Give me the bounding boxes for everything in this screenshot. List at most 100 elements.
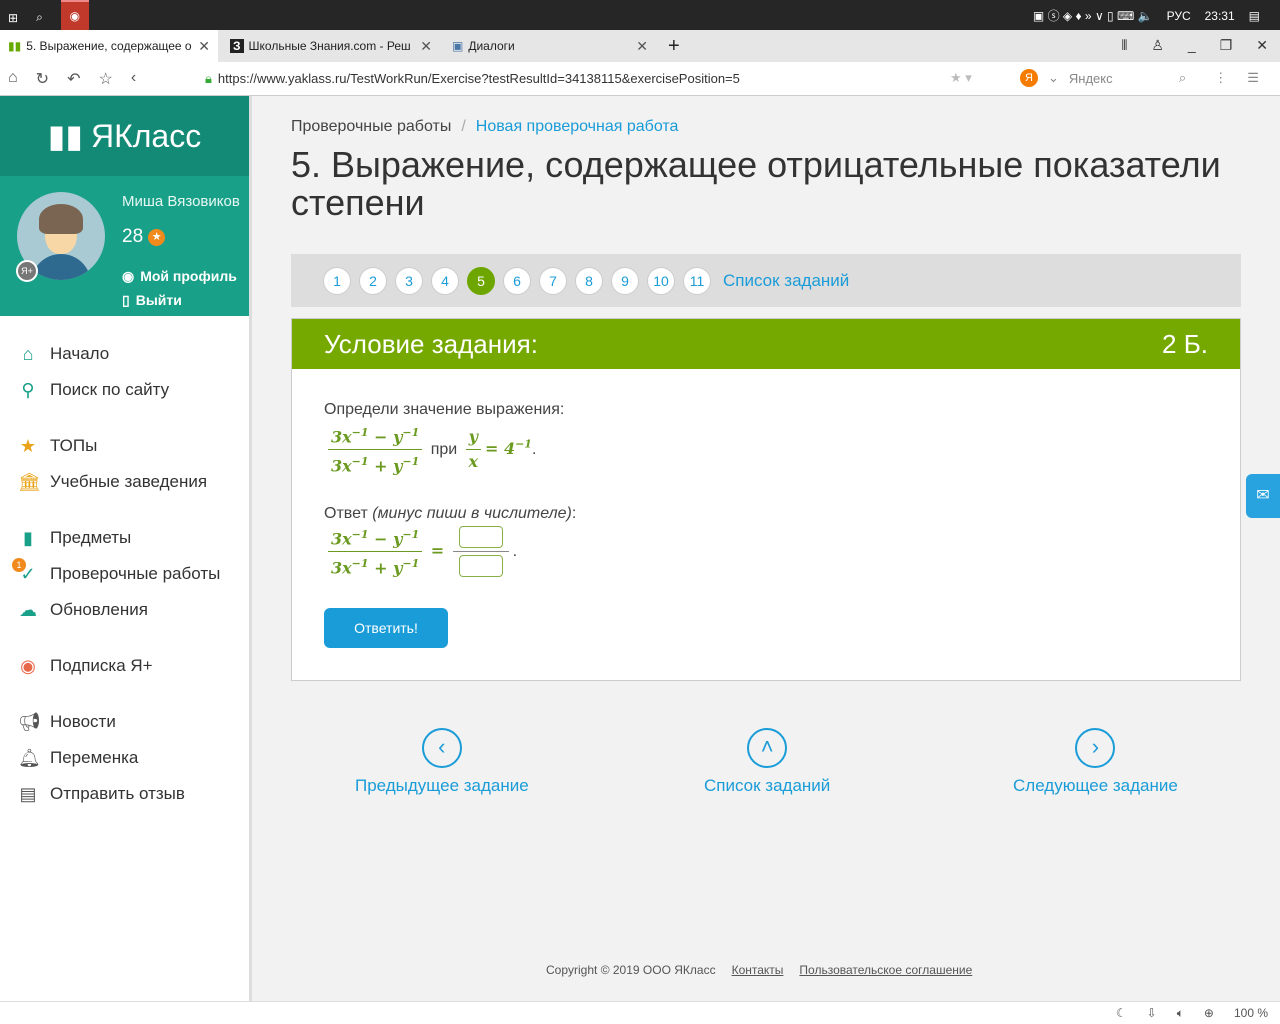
page-8-button[interactable]: 8 <box>575 266 603 295</box>
page-9-button[interactable]: 9 <box>611 266 639 295</box>
page-4-button[interactable]: 4 <box>431 266 459 295</box>
zoom-level[interactable]: 100 % <box>1234 1006 1268 1021</box>
star-icon: ★ <box>148 228 166 246</box>
page-3-button[interactable]: 3 <box>395 266 423 295</box>
sidebar-item-updates[interactable]: ☁ Обновления <box>0 592 249 628</box>
close-window-button[interactable]: ✕ <box>1256 37 1268 54</box>
download-icon[interactable]: ⇩ <box>1147 1006 1157 1021</box>
sidebar-item-tops[interactable]: ★ ТОПы <box>0 428 249 464</box>
page-1-button[interactable]: 1 <box>323 266 351 295</box>
page-11-button[interactable]: 11 <box>683 266 711 295</box>
answer-fraction <box>452 523 509 580</box>
volume-icon[interactable]: 🔈︎ <box>1177 1006 1184 1021</box>
chevron-up-icon: ˄ <box>747 728 788 768</box>
shirt-icon[interactable]: ♙ <box>1151 37 1164 54</box>
more-icon[interactable]: ⋮ <box>1214 70 1227 86</box>
bookmark-icon[interactable]: ☆ <box>98 69 112 89</box>
task-header: Условие задания: <box>324 328 538 359</box>
back-icon[interactable]: ‹ <box>131 69 136 89</box>
notifications-icon[interactable]: ▤ <box>1249 9 1260 23</box>
denominator-input[interactable] <box>458 554 503 577</box>
door-icon: ▯ <box>122 292 130 308</box>
my-profile-link[interactable]: ◉ Мой профиль <box>122 268 237 285</box>
sidebar-item-feedback[interactable]: ▤ Отправить отзыв <box>0 776 249 812</box>
tab-dialogs[interactable]: ▣ Диалоги ✕ <box>444 30 656 62</box>
sidebar-item-break[interactable]: 🔔︎ Переменка <box>0 740 249 776</box>
breadcrumb: Проверочные работы / Новая проверочная раб… <box>291 118 679 135</box>
page-title: 5. Выражение, содержащее отрицательные п… <box>291 144 1221 223</box>
tray-icons[interactable]: ▣ ⓢ ◈ ♦ » ∨ ▯ ⌨ 🔈 <box>1033 7 1153 24</box>
breadcrumb-current[interactable]: Новая проверочная работа <box>476 118 679 135</box>
sidebar-item-home[interactable]: ⌂ Начало <box>0 336 249 372</box>
next-task-link[interactable]: › Следующее задание <box>1013 728 1178 796</box>
browser-app-icon[interactable]: ◉ <box>60 0 89 30</box>
answer-expression: 3x−1 − y−1 3x−1 + y−1 <box>328 523 423 581</box>
tab-bar: ▮▮ 5. Выражение, содержащее о ✕ З Школьные … <box>0 30 1280 62</box>
page-2-button[interactable]: 2 <box>359 266 387 295</box>
search-icon[interactable]: ⌕ <box>1179 70 1186 86</box>
chevron-left-icon: ‹ <box>421 728 462 768</box>
search-engine-input[interactable]: Яндекс <box>1069 71 1169 86</box>
feedback-mail-button[interactable]: ✉ <box>1246 474 1280 518</box>
prev-task-link[interactable]: ‹ Предыдущее задание <box>355 728 529 796</box>
page-10-button[interactable]: 10 <box>647 266 675 295</box>
logo[interactable]: ▮▮ ЯКласс <box>0 96 249 176</box>
zoom-icon[interactable]: ⊕ <box>1204 1006 1214 1021</box>
user-name[interactable]: Миша Вязовиков <box>122 193 240 210</box>
sidebar-item-subjects[interactable]: ▮ Предметы <box>0 520 249 556</box>
task-list-link[interactable]: ˄ Список заданий <box>704 728 830 796</box>
page-7-button[interactable]: 7 <box>539 266 567 295</box>
night-mode-icon[interactable]: ☾ <box>1116 1006 1127 1021</box>
page-6-button[interactable]: 6 <box>503 266 531 295</box>
ratio-fraction: yx <box>465 425 481 474</box>
maximize-button[interactable]: ❐ <box>1220 37 1233 54</box>
clock[interactable]: 23:31 <box>1205 9 1235 23</box>
yaplus-badge-icon: Я+ <box>16 260 38 282</box>
sidebar-item-search[interactable]: ⚲ Поиск по сайту <box>0 372 249 408</box>
building-icon: 🏛︎ <box>18 471 41 492</box>
contacts-link[interactable]: Контакты <box>732 963 784 977</box>
task-list-link[interactable]: Список заданий <box>723 271 849 291</box>
close-tab-icon[interactable]: ✕ <box>636 38 648 55</box>
book-icon: ▮▮ <box>47 118 83 154</box>
sidebar-item-news[interactable]: 📢︎ Новости <box>0 704 249 740</box>
language-indicator[interactable]: РУС <box>1167 9 1191 23</box>
megaphone-icon: 📢︎ <box>18 711 41 732</box>
close-tab-icon[interactable]: ✕ <box>420 38 432 55</box>
sidebar-item-schools[interactable]: 🏛︎ Учебные заведения <box>0 464 249 500</box>
tests-badge: 1 <box>12 558 26 572</box>
new-tab-button[interactable]: + <box>660 30 688 62</box>
bell-icon: 🔔︎ <box>18 747 41 768</box>
tab-active[interactable]: ▮▮ 5. Выражение, содержащее о ✕ <box>0 30 218 62</box>
user-icon: ◉ <box>122 268 135 284</box>
yaplus-icon: ◉ <box>20 655 36 676</box>
sidebar-item-tests[interactable]: ✓ 1 Проверочные работы <box>0 556 249 592</box>
close-tab-icon[interactable]: ✕ <box>198 38 210 55</box>
status-bar: ☾ ⇩ 🔈︎ ⊕ 100 % <box>0 1001 1280 1024</box>
minimize-button[interactable]: _ <box>1188 37 1196 54</box>
url-input[interactable]: 🔒︎ https://www.yaklass.ru/TestWorkRun/Exe… <box>205 71 740 87</box>
tab-znanija[interactable]: З Школьные Знания.com - Реш ✕ <box>222 30 440 62</box>
logout-link[interactable]: ▯ Выйти <box>122 292 182 309</box>
answer-row: 3x−1 − y−1 3x−1 + y−1 = . <box>324 523 1208 581</box>
points: 28 <box>122 226 144 247</box>
numerator-input[interactable] <box>458 525 503 548</box>
terms-link[interactable]: Пользовательское соглашение <box>799 963 972 977</box>
chevron-down-icon[interactable]: ⌄ <box>1048 70 1059 86</box>
chevron-right-icon: › <box>1075 728 1116 768</box>
page-5-button[interactable]: 5 <box>467 266 495 295</box>
favorite-star-icon[interactable]: ★ ▾ <box>950 70 972 86</box>
znanija-favicon: З <box>230 39 244 53</box>
task-prompt: Определи значение выражения: <box>324 401 565 418</box>
sidebar-item-subscription[interactable]: ◉ Подписка Я+ <box>0 648 249 684</box>
cloud-icon: ☁ <box>19 599 37 620</box>
undo-icon[interactable]: ↶ <box>67 69 80 89</box>
menu-icon[interactable]: ☰ <box>1247 70 1259 86</box>
windows-start-icon[interactable]: ⊞ <box>8 11 18 25</box>
tabs-icon[interactable]: ⫴ <box>1121 37 1127 54</box>
breadcrumb-parent[interactable]: Проверочные работы <box>291 118 451 135</box>
submit-answer-button[interactable]: Ответить! <box>324 608 448 649</box>
search-icon[interactable]: ⌕ <box>36 10 43 25</box>
reload-icon[interactable]: ↻ <box>36 69 49 89</box>
home-icon[interactable]: ⌂ <box>8 69 18 89</box>
